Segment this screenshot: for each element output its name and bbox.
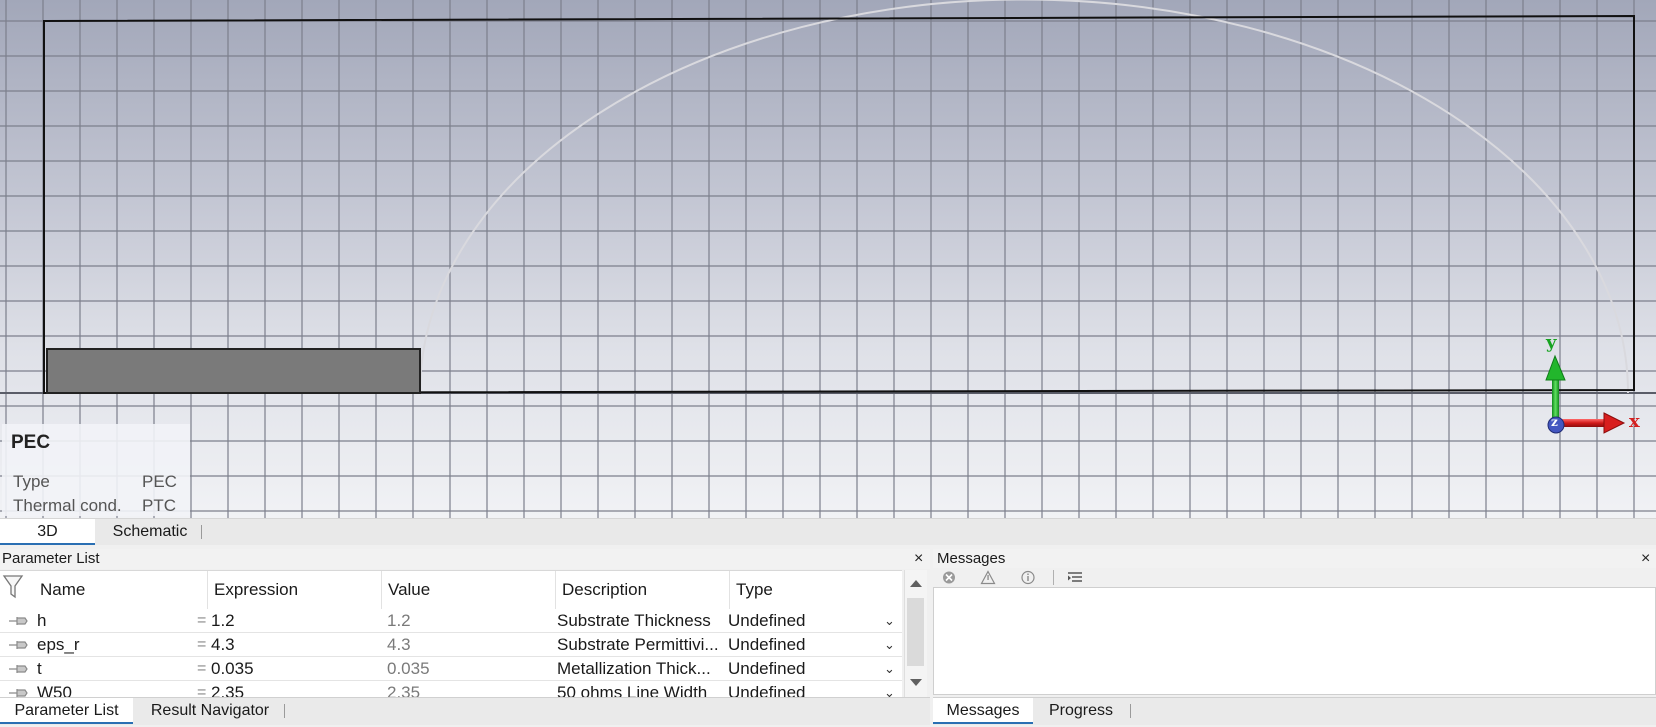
parameter-list-title: Parameter List xyxy=(2,550,100,567)
table-row[interactable]: W50 = 2.35 2.35 50 ohms Line Width Undef… xyxy=(0,681,902,698)
param-name: eps_r xyxy=(37,635,80,654)
funnel-icon xyxy=(2,575,24,599)
parameter-list-header: Parameter List xyxy=(0,549,930,569)
param-name: W50 xyxy=(37,683,72,698)
info-type-key: Type xyxy=(13,472,50,491)
messages-toolbar xyxy=(933,568,1656,587)
tab-separator xyxy=(1130,704,1131,718)
param-type[interactable]: Undefined xyxy=(728,609,806,633)
pin-icon xyxy=(9,617,28,625)
col-header-description[interactable]: Description xyxy=(556,571,730,609)
param-name: t xyxy=(37,659,42,678)
param-description[interactable]: Substrate Permittivi... xyxy=(557,633,727,657)
tab-result-navigator[interactable]: Result Navigator xyxy=(140,698,280,723)
material-title: PEC xyxy=(11,432,51,453)
info-thermal-value: PTC xyxy=(142,496,176,515)
col-header-value[interactable]: Value xyxy=(382,571,556,609)
material-info-overlay: PEC Type PEC Thermal cond. PTC xyxy=(2,424,190,516)
axes-triad[interactable] xyxy=(0,0,1656,518)
x-axis-label: x xyxy=(1629,411,1640,432)
param-eq: = xyxy=(197,684,207,698)
chevron-down-icon[interactable]: ⌄ xyxy=(884,609,895,633)
chevron-down-icon[interactable]: ⌄ xyxy=(884,681,895,698)
error-filter-icon[interactable] xyxy=(943,571,955,584)
param-type[interactable]: Undefined xyxy=(728,633,806,657)
info-thermal-key: Thermal cond. xyxy=(13,496,122,515)
col-header-expression[interactable]: Expression xyxy=(208,571,382,609)
messages-log-area[interactable] xyxy=(933,587,1656,695)
messages-close-icon[interactable]: × xyxy=(1641,551,1650,567)
info-type-value: PEC xyxy=(142,472,177,491)
param-description[interactable]: Substrate Thickness xyxy=(557,609,727,633)
param-expression[interactable]: 1.2 xyxy=(211,609,235,633)
table-row[interactable]: t = 0.035 0.035 Metallization Thick... U… xyxy=(0,657,902,681)
param-description[interactable]: Metallization Thick... xyxy=(557,657,727,681)
param-description[interactable]: 50 ohms Line Width xyxy=(557,681,727,698)
param-type[interactable]: Undefined xyxy=(728,657,806,681)
info-filter-icon[interactable] xyxy=(1021,570,1035,585)
table-row[interactable]: eps_r = 4.3 4.3 Substrate Permittivi... … xyxy=(0,633,902,657)
tab-progress[interactable]: Progress xyxy=(1037,698,1125,723)
messages-header: Messages xyxy=(933,549,1656,569)
z-axis-label: z xyxy=(1551,415,1558,429)
warning-filter-icon[interactable] xyxy=(980,570,996,585)
tab-parameter-list[interactable]: Parameter List xyxy=(0,698,133,724)
param-value: 0.035 xyxy=(387,659,430,678)
parameter-list-close-icon[interactable]: × xyxy=(914,551,923,567)
scroll-down-icon[interactable] xyxy=(905,670,927,694)
3d-viewport[interactable]: y x z PEC Type PEC Thermal cond. PTC xyxy=(0,0,1656,518)
col-header-name[interactable]: Name xyxy=(34,571,208,609)
col-header-type[interactable]: Type xyxy=(730,571,902,609)
param-eq: = xyxy=(197,612,207,629)
tab-messages[interactable]: Messages xyxy=(933,698,1033,724)
param-eq: = xyxy=(197,636,207,653)
param-expression[interactable]: 0.035 xyxy=(211,657,254,681)
clear-messages-icon[interactable] xyxy=(1068,572,1082,582)
tab-3d[interactable]: 3D xyxy=(0,519,95,545)
pin-icon xyxy=(9,665,28,673)
param-name: h xyxy=(37,611,47,630)
x-axis-arrow xyxy=(1560,412,1626,434)
y-axis-arrow xyxy=(1545,354,1566,424)
param-value: 2.35 xyxy=(387,683,421,698)
left-bottom-tab-strip: Parameter List Result Navigator xyxy=(0,697,930,725)
tab-separator xyxy=(284,704,285,718)
parameter-table-scrollbar[interactable] xyxy=(904,570,927,697)
param-expression[interactable]: 2.35 xyxy=(211,681,244,698)
param-type[interactable]: Undefined xyxy=(728,681,806,698)
y-axis-label: y xyxy=(1546,332,1557,353)
parameter-table: Name Expression Value Description Type h… xyxy=(0,570,902,698)
messages-toolbar-icons xyxy=(943,570,1082,585)
param-value: 1.2 xyxy=(387,611,411,630)
scroll-thumb[interactable] xyxy=(907,598,924,666)
scroll-up-icon[interactable] xyxy=(905,572,927,596)
chevron-down-icon[interactable]: ⌄ xyxy=(884,657,895,681)
messages-title: Messages xyxy=(937,550,1006,567)
tab-schematic[interactable]: Schematic xyxy=(100,519,200,544)
toolbar-separator xyxy=(1053,570,1054,585)
filter-icon[interactable] xyxy=(0,571,35,609)
pin-icon xyxy=(9,641,28,649)
right-bottom-tab-strip: Messages Progress xyxy=(933,697,1656,725)
param-eq: = xyxy=(197,660,207,677)
view-tab-strip: 3D Schematic xyxy=(0,518,1656,545)
table-row[interactable]: h = 1.2 1.2 Substrate Thickness Undefine… xyxy=(0,609,902,633)
param-expression[interactable]: 4.3 xyxy=(211,633,235,657)
param-value: 4.3 xyxy=(387,635,411,654)
tab-separator xyxy=(201,525,202,539)
chevron-down-icon[interactable]: ⌄ xyxy=(884,633,895,657)
